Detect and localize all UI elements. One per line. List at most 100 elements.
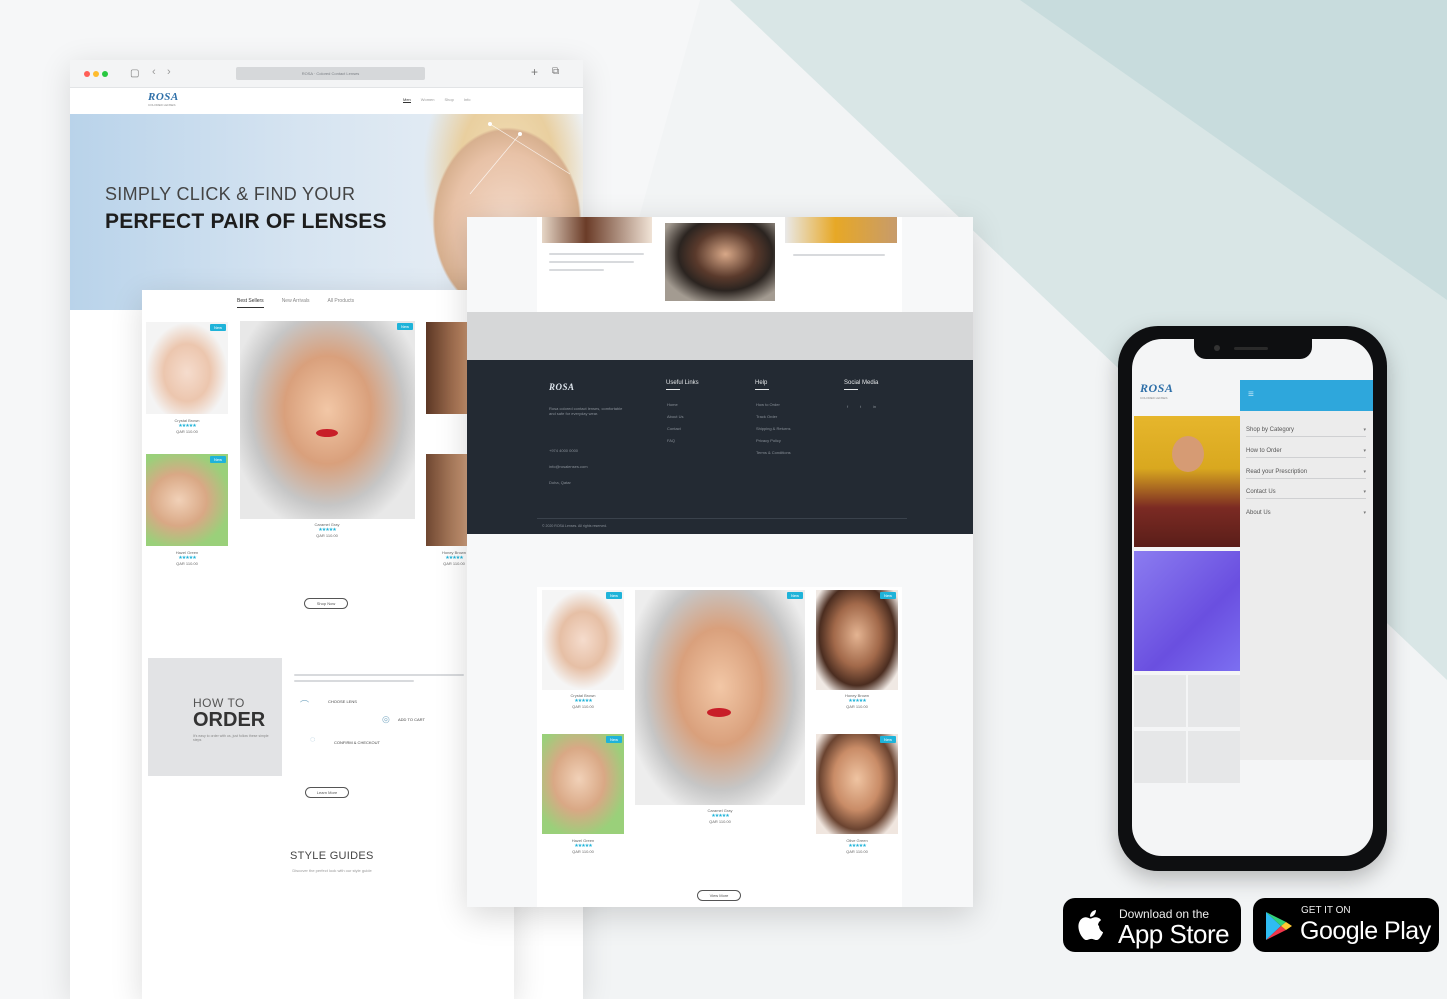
copyright-text: © 2020 ROSA Lenses. All rights reserved. — [542, 524, 608, 528]
twitter-icon[interactable]: t — [860, 404, 861, 409]
nav-item[interactable]: Shop — [445, 97, 454, 103]
google-play-big-text: Google Play — [1300, 917, 1431, 945]
product-image[interactable]: New — [542, 590, 624, 690]
product-card[interactable]: Hazel Green ★★★★★ QAR 110.00 — [147, 550, 227, 566]
tabs-icon[interactable]: ⧉ — [552, 66, 559, 77]
footer-contact: +974 4000 0000 — [549, 448, 579, 453]
app-tile[interactable] — [1188, 675, 1240, 727]
app-logo[interactable]: ROSA — [1140, 381, 1173, 396]
product-tabs: Best Sellers New Arrivals All Products — [237, 298, 354, 308]
footer-logo[interactable]: ROSA — [549, 382, 575, 392]
menu-item-shop-by-category[interactable]: Shop by Category ▾ — [1246, 427, 1366, 437]
footer-divider — [537, 518, 907, 519]
app-banner-photo[interactable] — [1134, 416, 1240, 547]
footer-link[interactable]: Home — [667, 402, 678, 407]
product-card[interactable]: Crystal Brown ★★★★★ QAR 110.00 — [147, 418, 227, 434]
menu-item-contact-us[interactable]: Contact Us ▾ — [1246, 489, 1366, 499]
product-image[interactable]: New — [542, 734, 624, 834]
maximize-dot-icon[interactable] — [102, 71, 108, 77]
browser-chrome: ▢ ‹ › ROSA · Colored Contact Lenses + ⧉ — [70, 60, 583, 88]
tab-best-sellers[interactable]: Best Sellers — [237, 298, 264, 308]
product-price: QAR 110.00 — [709, 819, 731, 824]
eye-drop-icon: ⌒ — [300, 700, 310, 710]
footer-about-text: Rosa colored contact lenses, comfortable… — [549, 406, 623, 416]
new-badge: New — [209, 324, 226, 331]
hamburger-icon[interactable]: ≡ — [1248, 389, 1254, 400]
step-label: CONFIRM & CHECKOUT — [334, 740, 380, 745]
product-image[interactable]: New — [146, 322, 228, 414]
tab-all-products[interactable]: All Products — [327, 298, 354, 308]
menu-header: ≡ — [1240, 380, 1373, 411]
sidebar-icon[interactable]: ▢ — [130, 68, 139, 79]
footer-link[interactable]: FAQ — [667, 438, 675, 443]
product-price: QAR 110.00 — [846, 849, 868, 854]
chevron-down-icon: ▾ — [1363, 489, 1366, 495]
footer-link[interactable]: Terms & Conditions — [756, 450, 791, 455]
app-store-badge[interactable]: Download on the App Store — [1063, 898, 1241, 952]
menu-item-read-prescription[interactable]: Read your Prescription ▾ — [1246, 469, 1366, 479]
app-tile[interactable] — [1188, 731, 1240, 783]
learn-more-button[interactable]: Learn More — [305, 787, 349, 798]
product-price: QAR 110.00 — [572, 704, 594, 709]
gray-band — [467, 312, 973, 360]
step-label: ADD TO CART — [398, 717, 425, 722]
facebook-icon[interactable]: f — [847, 404, 848, 409]
forward-icon[interactable]: › — [167, 66, 171, 78]
product-card[interactable]: Caramel Gray ★★★★★ QAR 110.00 — [680, 808, 760, 824]
featured-product-image[interactable]: New — [240, 321, 415, 519]
site-logo[interactable]: ROSA — [148, 91, 179, 103]
footer-link[interactable]: Shipping & Returns — [756, 426, 790, 431]
how-to-order-text: It's easy to order with us, just follow … — [193, 734, 269, 742]
google-play-badge[interactable]: GET IT ON Google Play — [1253, 898, 1439, 952]
footer-link[interactable]: About Us — [667, 414, 683, 419]
nav-item[interactable]: Info — [464, 97, 471, 103]
close-dot-icon[interactable] — [84, 71, 90, 77]
app-tile[interactable] — [1134, 675, 1186, 727]
new-tab-icon[interactable]: + — [531, 65, 538, 79]
product-image[interactable]: New — [816, 590, 898, 690]
minimize-dot-icon[interactable] — [93, 71, 99, 77]
hero-headline-line2: PERFECT PAIR OF LENSES — [105, 210, 387, 233]
app-tile[interactable] — [1134, 731, 1186, 783]
chevron-down-icon: ▾ — [1363, 469, 1366, 475]
product-price: QAR 110.00 — [176, 561, 198, 566]
url-bar[interactable]: ROSA · Colored Contact Lenses — [236, 67, 425, 80]
footer-column-title: Social Media — [844, 380, 878, 390]
linkedin-icon[interactable]: in — [873, 404, 876, 409]
product-card[interactable]: Honey Brown ★★★★★ QAR 110.00 — [817, 693, 897, 709]
footer-link[interactable]: Contact — [667, 426, 681, 431]
app-banner-tile[interactable] — [1134, 551, 1240, 671]
product-card[interactable]: Hazel Green ★★★★★ QAR 110.00 — [543, 838, 623, 854]
footer-link[interactable]: How to Order — [756, 402, 780, 407]
new-badge: New — [786, 592, 803, 599]
product-card[interactable]: Crystal Brown ★★★★★ QAR 110.00 — [543, 693, 623, 709]
style-guide-photo[interactable] — [665, 223, 775, 301]
footer-link[interactable]: Track Order — [756, 414, 777, 419]
nav-item[interactable]: Women — [421, 97, 435, 103]
footer-column-title: Useful Links — [666, 380, 699, 390]
site-header: ROSA COLORED LENSES Men Women Shop Info — [70, 88, 583, 114]
style-guide-photo[interactable] — [542, 217, 652, 243]
shop-now-button[interactable]: Shop Now — [304, 598, 348, 609]
footer-link[interactable]: Privacy Policy — [756, 438, 781, 443]
how-to-order-panel: HOW TO ORDER It's easy to order with us,… — [148, 658, 282, 776]
footer-preview-window: ROSA Rosa colored contact lenses, comfor… — [467, 217, 973, 907]
footer-contact[interactable]: info@rosalenses.com — [549, 464, 588, 469]
app-logo-tagline: COLORED LENSES — [1140, 396, 1168, 400]
product-card[interactable]: Caramel Gray ★★★★★ QAR 110.00 — [287, 522, 367, 538]
menu-item-about-us[interactable]: About Us ▾ — [1246, 510, 1366, 519]
back-icon[interactable]: ‹ — [152, 66, 156, 78]
style-guides-title: STYLE GUIDES — [290, 850, 374, 862]
phone-notch — [1194, 339, 1312, 359]
product-image[interactable]: New — [146, 454, 228, 546]
step-label: CHOOSE LENS — [328, 699, 357, 704]
product-image[interactable]: New — [816, 734, 898, 834]
product-card[interactable]: Olive Green ★★★★★ QAR 110.00 — [817, 838, 897, 854]
nav-item[interactable]: Men — [403, 97, 411, 103]
tab-new-arrivals[interactable]: New Arrivals — [282, 298, 310, 308]
view-more-button[interactable]: View More — [697, 890, 741, 901]
featured-product-image[interactable]: New — [635, 590, 805, 805]
new-badge: New — [879, 736, 896, 743]
menu-item-how-to-order[interactable]: How to Order ▾ — [1246, 448, 1366, 458]
style-guide-photo[interactable] — [785, 217, 897, 243]
